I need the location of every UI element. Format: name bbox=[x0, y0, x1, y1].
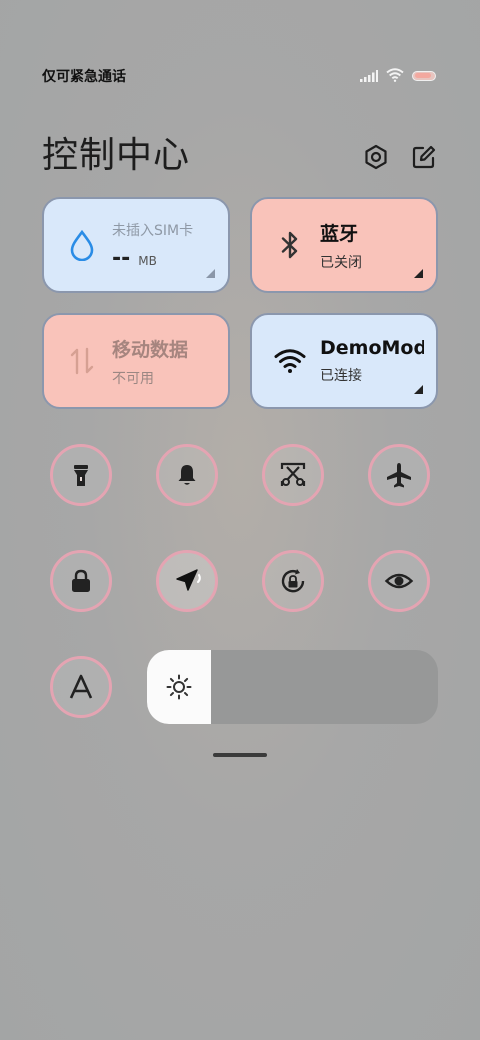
rotation-lock-icon bbox=[281, 569, 305, 593]
auto-brightness-toggle[interactable] bbox=[50, 656, 112, 718]
signal-icon bbox=[360, 67, 378, 86]
data-usage-unit: MB bbox=[138, 253, 157, 268]
flashlight-icon bbox=[74, 465, 88, 486]
expand-corner-icon bbox=[206, 269, 215, 278]
data-usage-text: 未插入SIM卡 -- MB bbox=[112, 220, 193, 271]
airplane-icon bbox=[387, 463, 411, 488]
screenshot-toggle[interactable] bbox=[262, 444, 324, 506]
brightness-slider[interactable] bbox=[147, 650, 438, 724]
mobile-data-tile[interactable]: 移动数据 不可用 bbox=[42, 313, 230, 409]
mobile-data-text: 移动数据 不可用 bbox=[112, 335, 188, 388]
screen-lock-toggle[interactable] bbox=[50, 550, 112, 612]
data-usage-number: -- bbox=[112, 245, 131, 271]
bluetooth-icon bbox=[274, 229, 306, 261]
drag-handle[interactable] bbox=[213, 753, 267, 757]
wifi-text: DemoMod 已连接 bbox=[320, 337, 424, 385]
bluetooth-title: 蓝牙 bbox=[320, 222, 359, 245]
wifi-icon bbox=[274, 345, 306, 377]
data-usage-tile[interactable]: 未插入SIM卡 -- MB bbox=[42, 197, 230, 293]
data-arrows-icon bbox=[66, 345, 98, 377]
brightness-slider-fill[interactable] bbox=[147, 650, 211, 724]
settings-icon[interactable] bbox=[362, 143, 390, 171]
wifi-network-name: DemoMod bbox=[320, 337, 424, 359]
location-toggle[interactable] bbox=[156, 550, 218, 612]
status-bar: 仅可紧急通话 bbox=[42, 64, 436, 88]
bluetooth-text: 蓝牙 已关闭 bbox=[320, 219, 362, 272]
expand-corner-icon bbox=[414, 269, 423, 278]
header-actions bbox=[362, 143, 438, 171]
location-icon bbox=[176, 569, 201, 591]
edit-icon[interactable] bbox=[410, 143, 438, 171]
lock-icon bbox=[72, 569, 90, 592]
mobile-data-title: 移动数据 bbox=[112, 338, 189, 361]
page-title: 控制中心 bbox=[42, 135, 191, 176]
auto-brightness-icon bbox=[69, 674, 93, 699]
expand-corner-icon bbox=[414, 385, 423, 394]
sim-status-label: 未插入SIM卡 bbox=[112, 222, 194, 239]
airplane-mode-toggle[interactable] bbox=[368, 444, 430, 506]
rotation-lock-toggle[interactable] bbox=[262, 550, 324, 612]
status-icons bbox=[360, 67, 436, 86]
screenshot-icon bbox=[280, 462, 306, 486]
mobile-data-status: 不可用 bbox=[112, 370, 154, 387]
wifi-status: 已连接 bbox=[320, 368, 362, 384]
wifi-icon bbox=[386, 67, 404, 86]
sun-icon bbox=[166, 674, 192, 700]
bluetooth-tile[interactable]: 蓝牙 已关闭 bbox=[250, 197, 438, 293]
carrier-status-text: 仅可紧急通话 bbox=[42, 69, 126, 85]
ringer-toggle[interactable] bbox=[156, 444, 218, 506]
wifi-tile[interactable]: DemoMod 已连接 bbox=[250, 313, 438, 409]
bluetooth-status: 已关闭 bbox=[320, 254, 362, 271]
battery-icon bbox=[412, 71, 436, 81]
water-drop-icon bbox=[66, 229, 98, 261]
bell-icon bbox=[178, 465, 196, 485]
flashlight-toggle[interactable] bbox=[50, 444, 112, 506]
eye-icon bbox=[384, 573, 414, 589]
data-usage-value: -- MB bbox=[112, 246, 193, 271]
reading-mode-toggle[interactable] bbox=[368, 550, 430, 612]
